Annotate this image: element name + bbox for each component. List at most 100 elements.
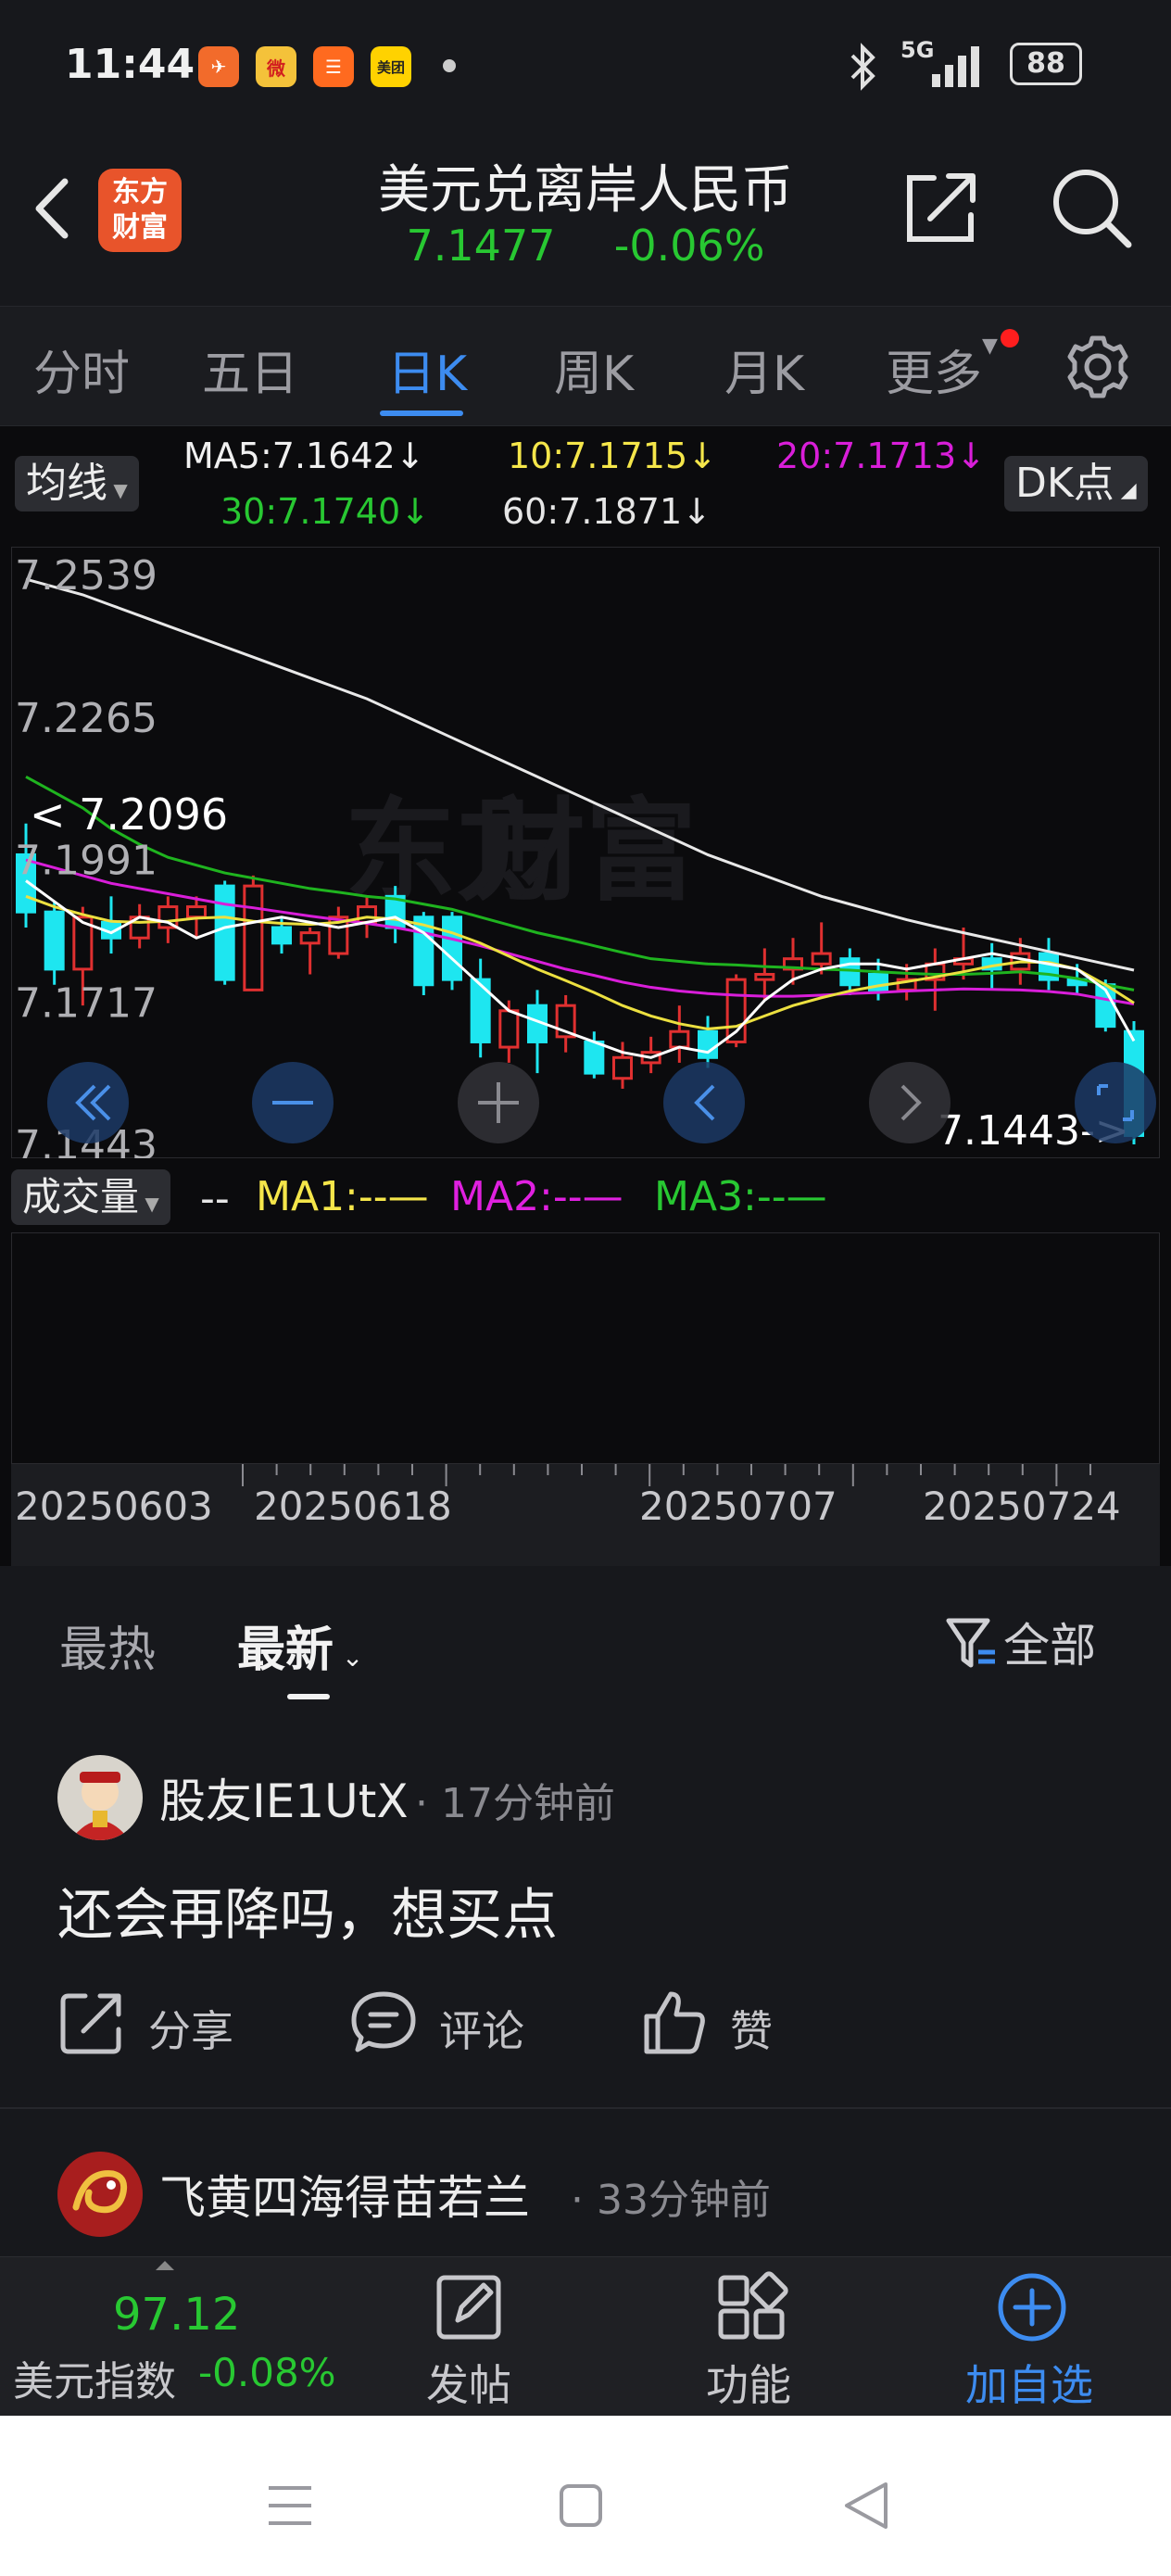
tab-weekly-k[interactable]: 周K [554, 335, 634, 404]
volume-select-label: 成交量 [22, 1174, 140, 1219]
zoom-out-button[interactable] [252, 1062, 334, 1143]
index-change[interactable]: -0.08% [198, 2350, 336, 2395]
fullscreen-button[interactable] [1075, 1062, 1156, 1143]
candle-up [811, 952, 832, 966]
expand-up-icon[interactable] [156, 2261, 174, 2270]
settings-gear-icon[interactable] [1064, 333, 1132, 401]
candle-up [611, 1055, 634, 1080]
vol-ma1-label: MA1:-- [256, 1173, 388, 1220]
signal-icon [932, 46, 979, 87]
ma20-value: 20:7.1713↓ [776, 436, 986, 476]
edit-post-icon[interactable] [434, 2270, 508, 2344]
scroll-right-button[interactable] [869, 1062, 951, 1143]
zoom-in-button[interactable] [458, 1062, 539, 1143]
price-summary: 7.1477 -0.06% [0, 221, 1171, 271]
add-watchlist-label[interactable]: 加自选 [965, 2352, 1093, 2413]
filter-icon [946, 1618, 995, 1668]
comment-label[interactable]: 评论 [439, 1998, 524, 2059]
date-label-1: 20250603 [15, 1484, 213, 1529]
weibo-icon: 微 [256, 46, 296, 87]
volume-indicator-select[interactable]: 成交量 ▼ [11, 1169, 170, 1225]
candle-down [584, 1040, 605, 1075]
tab-daily-k[interactable]: 日K [387, 335, 467, 404]
avatar[interactable] [57, 2152, 143, 2237]
y-tick-label: 7.2539 [15, 552, 157, 600]
comments-section: 最热 最新 ⌄ 全部 股友IE1UtX · 17分钟前 还会再降吗，想买点 分享… [0, 1566, 1171, 2256]
ma-indicator-select[interactable]: 均线 ▼ [15, 456, 139, 511]
tab-latest-label: 最新 [237, 1623, 334, 1678]
candlestick-chart[interactable]: 东方 财富 7.25397.22657.19917.17177.1443 < 7… [11, 547, 1160, 1158]
avatar-image [57, 2152, 143, 2237]
high-price-marker: < 7.2096 [30, 789, 228, 840]
app-notification-icon-2: ☰ [313, 46, 354, 87]
like-label[interactable]: 赞 [730, 1998, 773, 2059]
ma30-value: 30:7.1740↓ [220, 491, 430, 532]
current-price: 7.1477 [406, 221, 556, 271]
system-navigation-bar [0, 2416, 1171, 2576]
vol-ma3-label: MA3:-- [654, 1173, 787, 1220]
candle-down [271, 926, 293, 945]
avatar[interactable] [57, 1755, 143, 1840]
candle-down [44, 910, 65, 971]
add-watchlist-icon[interactable] [995, 2270, 1069, 2344]
volume-chart-border [11, 1232, 1160, 1465]
scroll-left-button[interactable] [663, 1062, 745, 1143]
comment-icon[interactable] [348, 1987, 419, 2057]
post-content[interactable]: 还会再降吗，想买点 [57, 1870, 558, 1951]
like-thumb-icon[interactable] [639, 1987, 710, 2057]
tab-latest[interactable]: 最新 ⌄ [237, 1610, 363, 1680]
share-label[interactable]: 分享 [148, 1998, 233, 2059]
tab-more-label: 更多 [886, 347, 983, 402]
username[interactable]: 飞黄四海得苗若兰 [159, 2161, 530, 2228]
tab-intraday[interactable]: 分时 [33, 335, 130, 404]
candle-up [299, 931, 321, 945]
scroll-far-left-button[interactable] [47, 1062, 129, 1143]
avatar-image [70, 1772, 130, 1840]
vol-ma2-label: MA2:-- [450, 1173, 583, 1220]
tab-monthly-k[interactable]: 月K [724, 335, 804, 404]
ma10-value: 10:7.1715↓ [508, 436, 717, 476]
share-icon[interactable] [899, 165, 984, 250]
index-value[interactable]: 97.12 [113, 2289, 240, 2341]
filter-button[interactable]: 全部 [943, 1609, 1096, 1675]
watermark-2: 财富 [474, 788, 697, 916]
vol-ma3: MA3:--— [654, 1173, 827, 1220]
candle-up [669, 1029, 690, 1049]
functions-button-label[interactable]: 功能 [706, 2352, 791, 2413]
post-time: · 33分钟前 [571, 2177, 771, 2224]
bluetooth-icon [850, 43, 875, 91]
dropdown-arrow-icon: ▼ [139, 1193, 159, 1215]
volume-chart: 20250603 20250618 20250707 20250724 [11, 1232, 1160, 1566]
tab-five-day[interactable]: 五日 [202, 335, 298, 404]
dk-point-button[interactable]: DK点 ◢ [1004, 456, 1148, 511]
corner-arrow-icon: ◢ [1114, 479, 1137, 502]
price-change: -0.06% [613, 221, 765, 271]
username[interactable]: 股友IE1UtX [159, 1764, 409, 1831]
post-button-label[interactable]: 发帖 [426, 2352, 511, 2413]
candle-up [754, 973, 775, 981]
search-icon[interactable] [1047, 163, 1136, 252]
period-tabs: 分时 五日 日K 周K 月K 更多▼ [0, 306, 1171, 426]
back-nav-icon[interactable] [839, 2479, 895, 2532]
bottom-toolbar: 97.12 美元指数 -0.08% 发帖 功能 加自选 [0, 2256, 1171, 2416]
latest-tab-indicator [287, 1694, 330, 1699]
post-time: · 17分钟前 [415, 1780, 615, 1827]
functions-grid-icon[interactable] [715, 2270, 789, 2344]
tab-hottest[interactable]: 最热 [59, 1610, 156, 1680]
page-title: 美元兑离岸人民币 [378, 160, 793, 221]
ma5-value: MA5:7.1642↓ [183, 436, 425, 476]
share-icon[interactable] [57, 1987, 128, 2057]
home-icon[interactable] [556, 2481, 606, 2531]
y-tick-label: 7.2265 [15, 695, 157, 742]
tab-more[interactable]: 更多▼ [886, 335, 998, 404]
date-label-4: 20250724 [923, 1484, 1121, 1529]
y-tick-label: 7.1991 [15, 838, 157, 885]
recent-apps-icon[interactable] [265, 2481, 315, 2531]
divider [0, 2107, 1171, 2109]
ma-select-label: 均线 [26, 460, 107, 507]
index-name[interactable]: 美元指数 [13, 2348, 176, 2407]
ma60-value: 60:7.1871↓ [502, 491, 711, 532]
active-tab-indicator [380, 410, 463, 416]
chevron-down-icon: ▼ [982, 335, 998, 358]
notification-dot [1001, 329, 1019, 347]
